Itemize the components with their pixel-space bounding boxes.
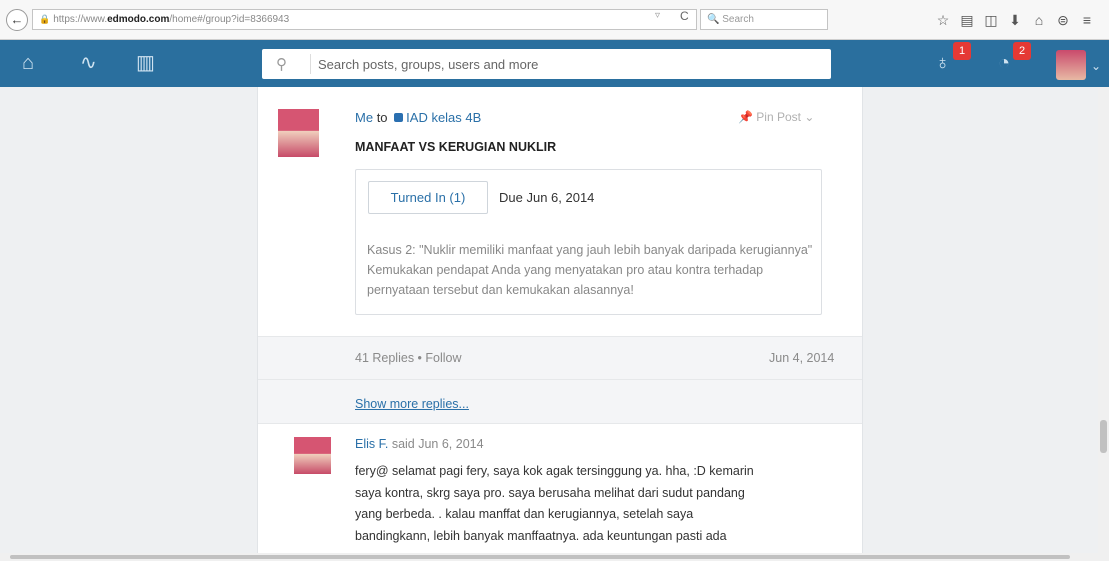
turned-in-button[interactable]: Turned In (1) — [368, 181, 488, 214]
lock-icon: 🔒 — [39, 14, 51, 24]
backpack-icon[interactable]: ♁ — [935, 50, 950, 76]
search-bar: ⚲ — [262, 49, 831, 79]
search-divider — [310, 54, 311, 74]
commenter-link[interactable]: Elis F. — [355, 437, 388, 451]
home-nav-icon[interactable]: ⌂ — [22, 50, 34, 76]
replies-link[interactable]: 41 Replies — [355, 351, 414, 365]
sync-icon[interactable]: ⊜ — [1051, 9, 1075, 31]
user-avatar[interactable] — [1056, 50, 1086, 80]
post-author-link[interactable]: Me — [355, 110, 373, 125]
browser-toolbar: ← 🔒 https://www.edmodo.com/home#/group?id… — [0, 0, 1109, 40]
comment-body: fery@ selamat pagi fery, saya kok agak t… — [355, 461, 815, 547]
group-link[interactable]: IAD kelas 4B — [406, 110, 481, 125]
comment-date: said Jun 6, 2014 — [388, 437, 484, 451]
home-icon[interactable]: ⌂ — [1027, 9, 1051, 31]
chevron-down-icon[interactable]: ⌄ — [804, 110, 814, 124]
notification-badge: 2 — [1013, 42, 1031, 60]
post-author-avatar[interactable] — [278, 109, 319, 157]
post-date: Jun 4, 2014 — [769, 351, 835, 365]
comment-line: yang berbeda. . kalau manffat dan kerugi… — [355, 507, 694, 521]
post-meta: Me to IAD kelas 4B — [355, 110, 481, 125]
comment-meta: Elis F. said Jun 6, 2014 — [355, 437, 484, 451]
post-to-label: to — [376, 110, 388, 125]
vertical-scrollbar-thumb[interactable] — [1100, 420, 1107, 453]
browser-search-input[interactable]: 🔍 Search — [700, 9, 828, 30]
address-bar[interactable]: 🔒 https://www.edmodo.com/home#/group?id=8… — [32, 9, 697, 30]
url-path: /home#/group?id=8366943 — [169, 14, 290, 25]
vertical-scrollbar[interactable] — [1098, 87, 1109, 553]
comment-line: saya kontra, skrg saya pro. saya berusah… — [355, 485, 745, 500]
library-icon[interactable]: ▥ — [136, 50, 155, 76]
pin-label: Pin Post — [756, 110, 801, 124]
bell-icon[interactable]: ◔ — [998, 50, 1010, 76]
activity-icon[interactable]: ∿ — [80, 50, 97, 76]
search-input[interactable] — [318, 54, 818, 74]
chevron-down-icon[interactable]: ⌄ — [1091, 53, 1101, 79]
comment-line: fery@ selamat pagi fery, saya kok agak t… — [355, 464, 754, 478]
back-button[interactable]: ← — [6, 9, 28, 31]
pin-icon: 📌 — [738, 110, 753, 124]
toolbar-icons: ☆ ▤ ◫ ⬇ ⌂ ⊜ ≡ — [931, 9, 1099, 31]
dropdown-icon[interactable]: ▿ — [655, 10, 660, 21]
pocket-icon[interactable]: ◫ — [979, 9, 1003, 31]
reply-stats: 41 Replies • Follow — [355, 351, 462, 365]
follow-link[interactable]: Follow — [425, 351, 461, 365]
url-domain: edmodo.com — [107, 14, 170, 25]
star-icon[interactable]: ☆ — [931, 9, 955, 31]
group-icon — [394, 113, 404, 122]
horizontal-scrollbar-thumb[interactable] — [10, 555, 1070, 559]
url-prefix: https://www. — [53, 14, 108, 25]
assignment-description: Kasus 2: "Nuklir memiliki manfaat yang j… — [367, 243, 813, 297]
download-icon[interactable]: ⬇ — [1003, 9, 1027, 31]
search-icon: ⚲ — [276, 56, 287, 73]
menu-icon[interactable]: ≡ — [1075, 9, 1099, 31]
reload-button[interactable]: C — [680, 9, 689, 23]
comment-line: bandingkann, lebih banyak manffaatnya. a… — [355, 528, 727, 543]
show-more-bar — [258, 380, 862, 424]
commenter-avatar[interactable] — [294, 437, 331, 474]
reading-list-icon[interactable]: ▤ — [955, 9, 979, 31]
due-date: Due Jun 6, 2014 — [499, 190, 595, 205]
pin-post-button[interactable]: 📌 Pin Post ⌄ — [738, 110, 814, 124]
browser-search-placeholder: Search — [722, 14, 754, 25]
backpack-badge: 1 — [953, 42, 971, 60]
post-title: MANFAAT VS KERUGIAN NUKLIR — [355, 140, 557, 154]
show-more-replies-link[interactable]: Show more replies... — [355, 397, 469, 411]
